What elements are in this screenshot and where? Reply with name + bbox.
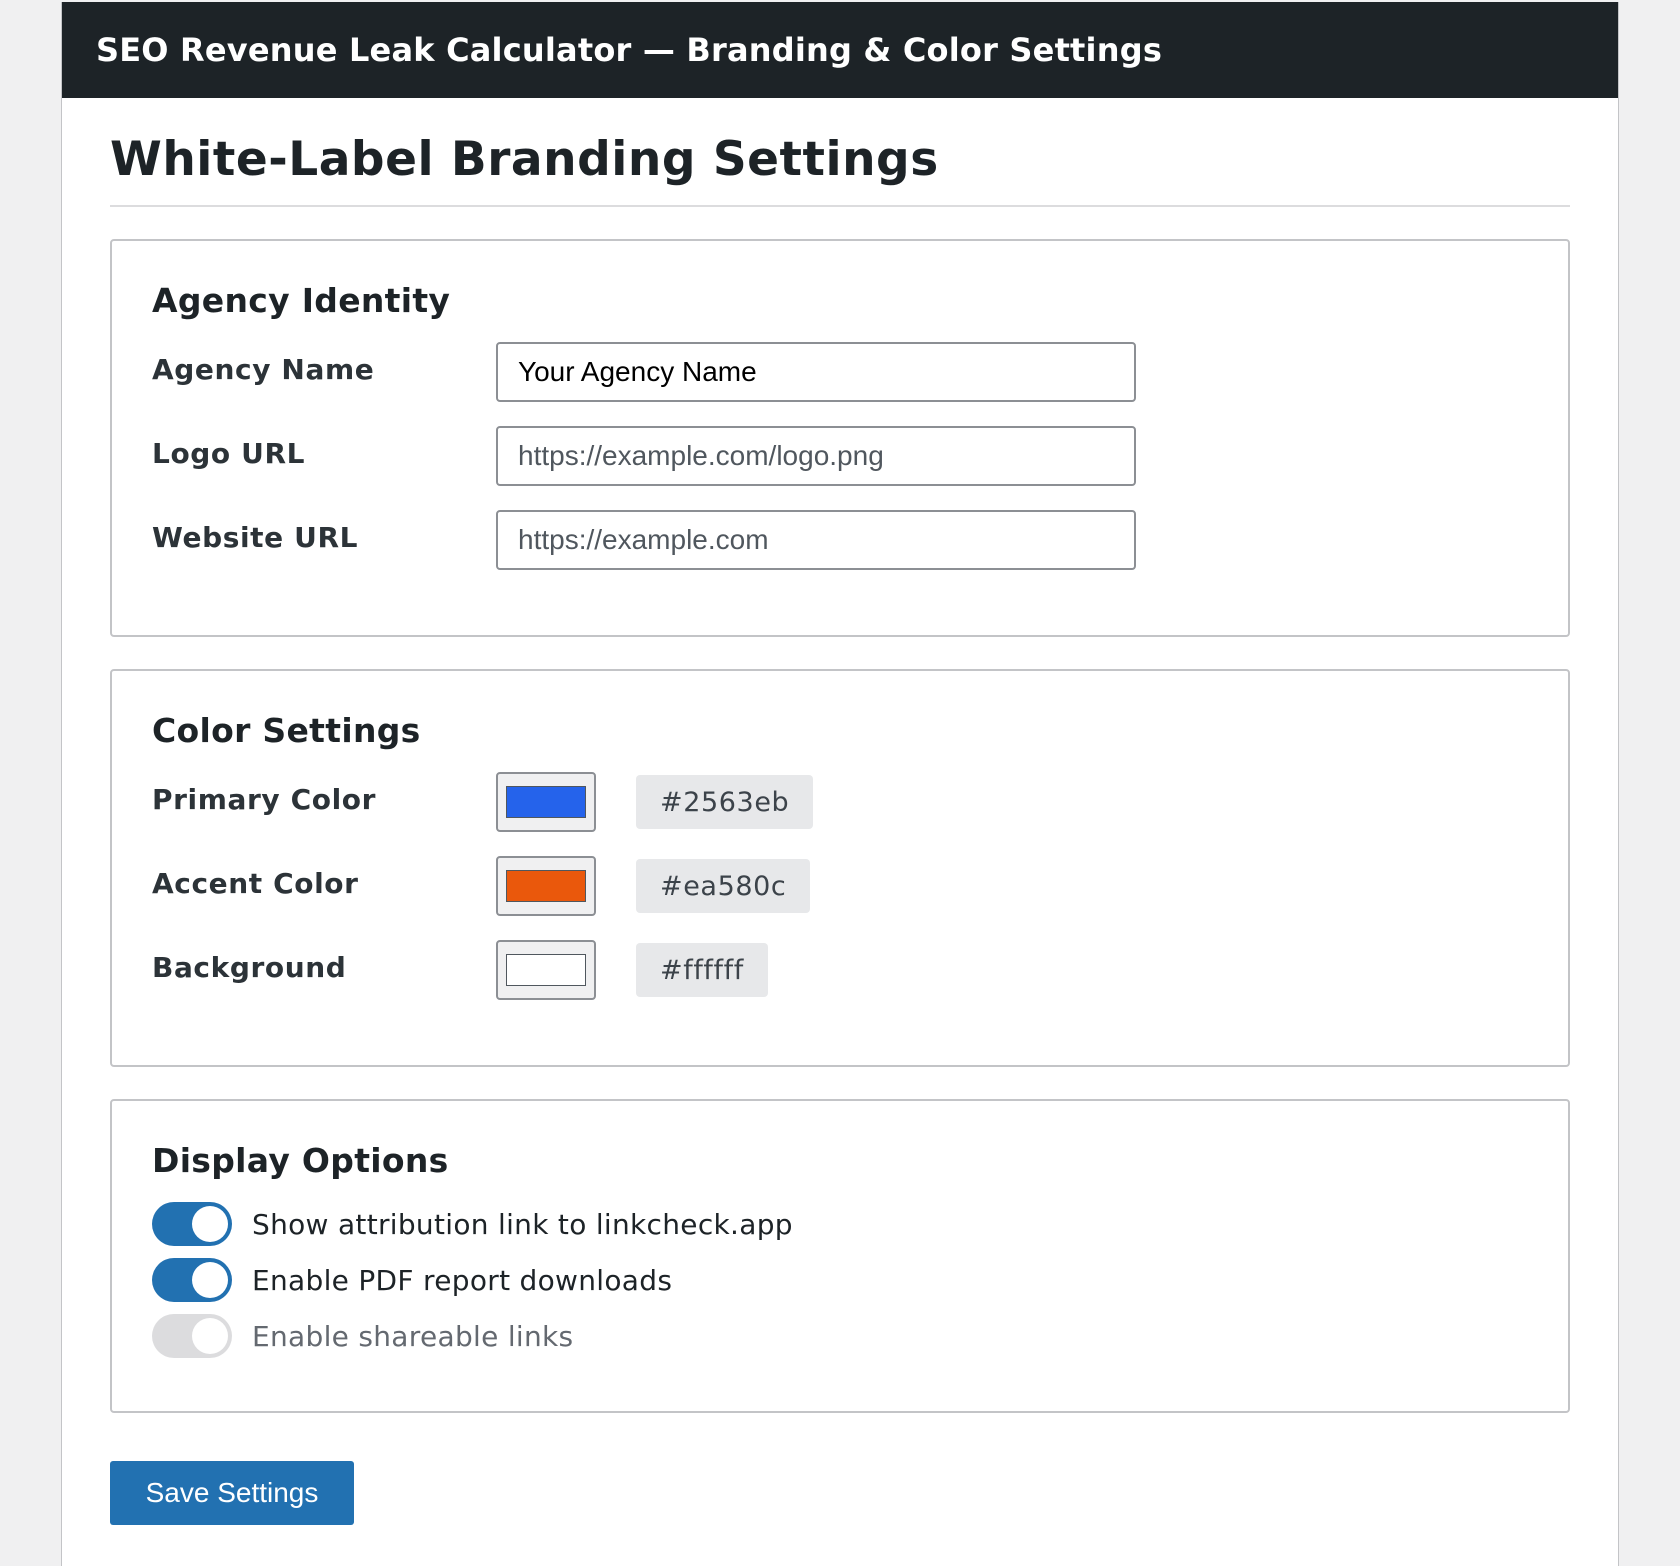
primary-color-hex: #2563eb [636, 775, 814, 829]
website-url-label: Website URL [152, 520, 359, 554]
settings-window: SEO Revenue Leak Calculator — Branding &… [61, 2, 1619, 1566]
shareable-links-toggle[interactable] [152, 1314, 232, 1358]
primary-color-swatch [506, 786, 586, 818]
toggle-knob [192, 1262, 228, 1298]
logo-url-label: Logo URL [152, 436, 306, 470]
website-url-row: Website URL [152, 510, 1528, 570]
logo-url-row: Logo URL [152, 426, 1528, 486]
background-color-row: Background #ffffff [152, 940, 1528, 1000]
window-title: SEO Revenue Leak Calculator — Branding &… [96, 31, 1163, 69]
primary-color-row: Primary Color #2563eb [152, 772, 1528, 832]
background-color-swatch [506, 954, 586, 986]
color-settings-title: Color Settings [152, 711, 421, 750]
background-color-picker[interactable] [496, 940, 596, 1000]
agency-name-label: Agency Name [152, 352, 375, 386]
agency-identity-title: Agency Identity [152, 281, 451, 320]
pdf-toggle-row: Enable PDF report downloads [152, 1258, 1528, 1302]
display-options-card: Display Options Show attribution link to… [110, 1099, 1570, 1413]
shareable-toggle-row: Enable shareable links [152, 1314, 1528, 1358]
accent-color-swatch [506, 870, 586, 902]
website-url-input[interactable] [496, 510, 1136, 570]
agency-identity-card: Agency Identity Agency Name Logo URL Web… [110, 239, 1570, 637]
attribution-toggle-row: Show attribution link to linkcheck.app [152, 1202, 1528, 1246]
primary-color-picker[interactable] [496, 772, 596, 832]
pdf-downloads-toggle-label: Enable PDF report downloads [252, 1263, 673, 1297]
page-title: White-Label Branding Settings [110, 98, 1570, 207]
color-settings-card: Color Settings Primary Color #2563eb Acc… [110, 669, 1570, 1067]
accent-color-row: Accent Color #ea580c [152, 856, 1528, 916]
toggle-knob [192, 1206, 228, 1242]
attribution-toggle[interactable] [152, 1202, 232, 1246]
accent-color-picker[interactable] [496, 856, 596, 916]
window-titlebar: SEO Revenue Leak Calculator — Branding &… [62, 2, 1618, 98]
accent-color-label: Accent Color [152, 866, 359, 900]
display-options-title: Display Options [152, 1141, 449, 1180]
agency-name-input[interactable] [496, 342, 1136, 402]
primary-color-label: Primary Color [152, 782, 377, 816]
logo-url-input[interactable] [496, 426, 1136, 486]
accent-color-hex: #ea580c [636, 859, 811, 913]
save-settings-button[interactable]: Save Settings [110, 1461, 354, 1525]
attribution-toggle-label: Show attribution link to linkcheck.app [252, 1207, 793, 1241]
settings-content: White-Label Branding Settings Agency Ide… [62, 98, 1618, 1525]
background-color-hex: #ffffff [636, 943, 768, 997]
shareable-links-toggle-label: Enable shareable links [252, 1319, 574, 1353]
pdf-downloads-toggle[interactable] [152, 1258, 232, 1302]
toggle-knob [192, 1318, 228, 1354]
background-color-label: Background [152, 950, 347, 984]
agency-name-row: Agency Name [152, 342, 1528, 402]
